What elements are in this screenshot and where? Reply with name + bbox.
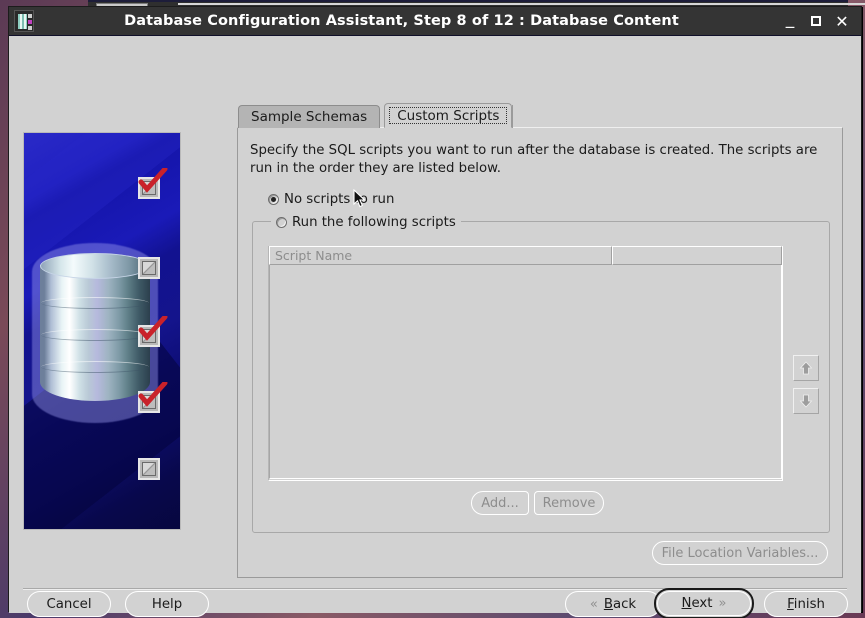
window-body: Sample Schemas Custom Scripts Specify th… <box>9 36 861 618</box>
add-script-button[interactable]: Add... <box>471 491 529 515</box>
chevron-right-icon: » <box>718 596 727 611</box>
maximize-icon[interactable] <box>805 10 827 32</box>
custom-scripts-panel: Specify the SQL scripts you want to run … <box>237 127 843 578</box>
step-checkbox-3 <box>138 316 168 347</box>
table-header-row: Script Name <box>269 246 782 265</box>
back-button[interactable]: « Back <box>565 591 661 617</box>
dbca-window: Database Configuration Assistant, Step 8… <box>8 6 862 618</box>
step-checkbox-4 <box>138 382 168 413</box>
arrow-down-icon <box>799 394 813 408</box>
tab-sample-schemas-label: Sample Schemas <box>251 109 368 125</box>
step-checkbox-5 <box>138 458 160 480</box>
step-checkbox-1 <box>138 168 168 199</box>
radio-no-scripts-label: No scripts to run <box>284 192 395 207</box>
tab-custom-scripts[interactable]: Custom Scripts <box>384 103 513 128</box>
next-button-label: Next <box>681 596 713 611</box>
back-button-label: Back <box>603 596 637 612</box>
next-button[interactable]: Next » <box>654 588 754 618</box>
column-header-script-name[interactable]: Script Name <box>269 246 612 265</box>
arrow-up-icon <box>799 361 813 375</box>
panel-description: Specify the SQL scripts you want to run … <box>250 143 818 176</box>
scripts-table[interactable]: Script Name <box>268 246 783 481</box>
help-button[interactable]: Help <box>125 591 209 617</box>
cancel-button[interactable]: Cancel <box>27 591 111 617</box>
tab-bar-filler <box>512 105 524 128</box>
help-button-label: Help <box>151 596 183 612</box>
window-title: Database Configuration Assistant, Step 8… <box>124 13 679 29</box>
oracle-dbca-icon <box>14 10 34 32</box>
cancel-button-label: Cancel <box>46 596 92 612</box>
chevron-left-icon: « <box>589 596 598 612</box>
window-titlebar: Database Configuration Assistant, Step 8… <box>9 7 861 36</box>
database-cylinder-icon <box>32 243 158 423</box>
column-header-blank[interactable] <box>612 246 782 265</box>
run-scripts-group: Run the following scripts Script Name Ad… <box>252 213 830 533</box>
radio-indicator <box>276 216 287 228</box>
sidebar-illustration <box>23 132 181 530</box>
tab-sample-schemas[interactable]: Sample Schemas <box>238 105 381 128</box>
finish-button-label: Finish <box>787 596 825 612</box>
minimize-icon[interactable]: _ <box>779 9 801 32</box>
close-icon[interactable]: ✕ <box>831 10 853 32</box>
radio-run-scripts-label: Run the following scripts <box>292 214 456 230</box>
radio-no-scripts-to-run[interactable]: No scripts to run <box>268 192 394 207</box>
radio-run-following-scripts[interactable]: Run the following scripts <box>271 213 461 231</box>
move-up-button[interactable] <box>793 355 819 381</box>
finish-button[interactable]: Finish <box>764 591 848 617</box>
remove-script-button[interactable]: Remove <box>534 491 604 515</box>
tab-custom-scripts-label: Custom Scripts <box>397 107 500 124</box>
table-body[interactable] <box>269 265 782 479</box>
file-location-variables-button[interactable]: File Location Variables... <box>652 541 828 565</box>
step-checkbox-2 <box>138 257 160 279</box>
desktop-background: Database Configuration Assistant, Step 8… <box>0 0 865 618</box>
background-window-strip <box>178 3 865 5</box>
move-down-button[interactable] <box>793 388 819 414</box>
tab-bar: Sample Schemas Custom Scripts <box>238 103 524 128</box>
radio-indicator <box>268 194 279 205</box>
